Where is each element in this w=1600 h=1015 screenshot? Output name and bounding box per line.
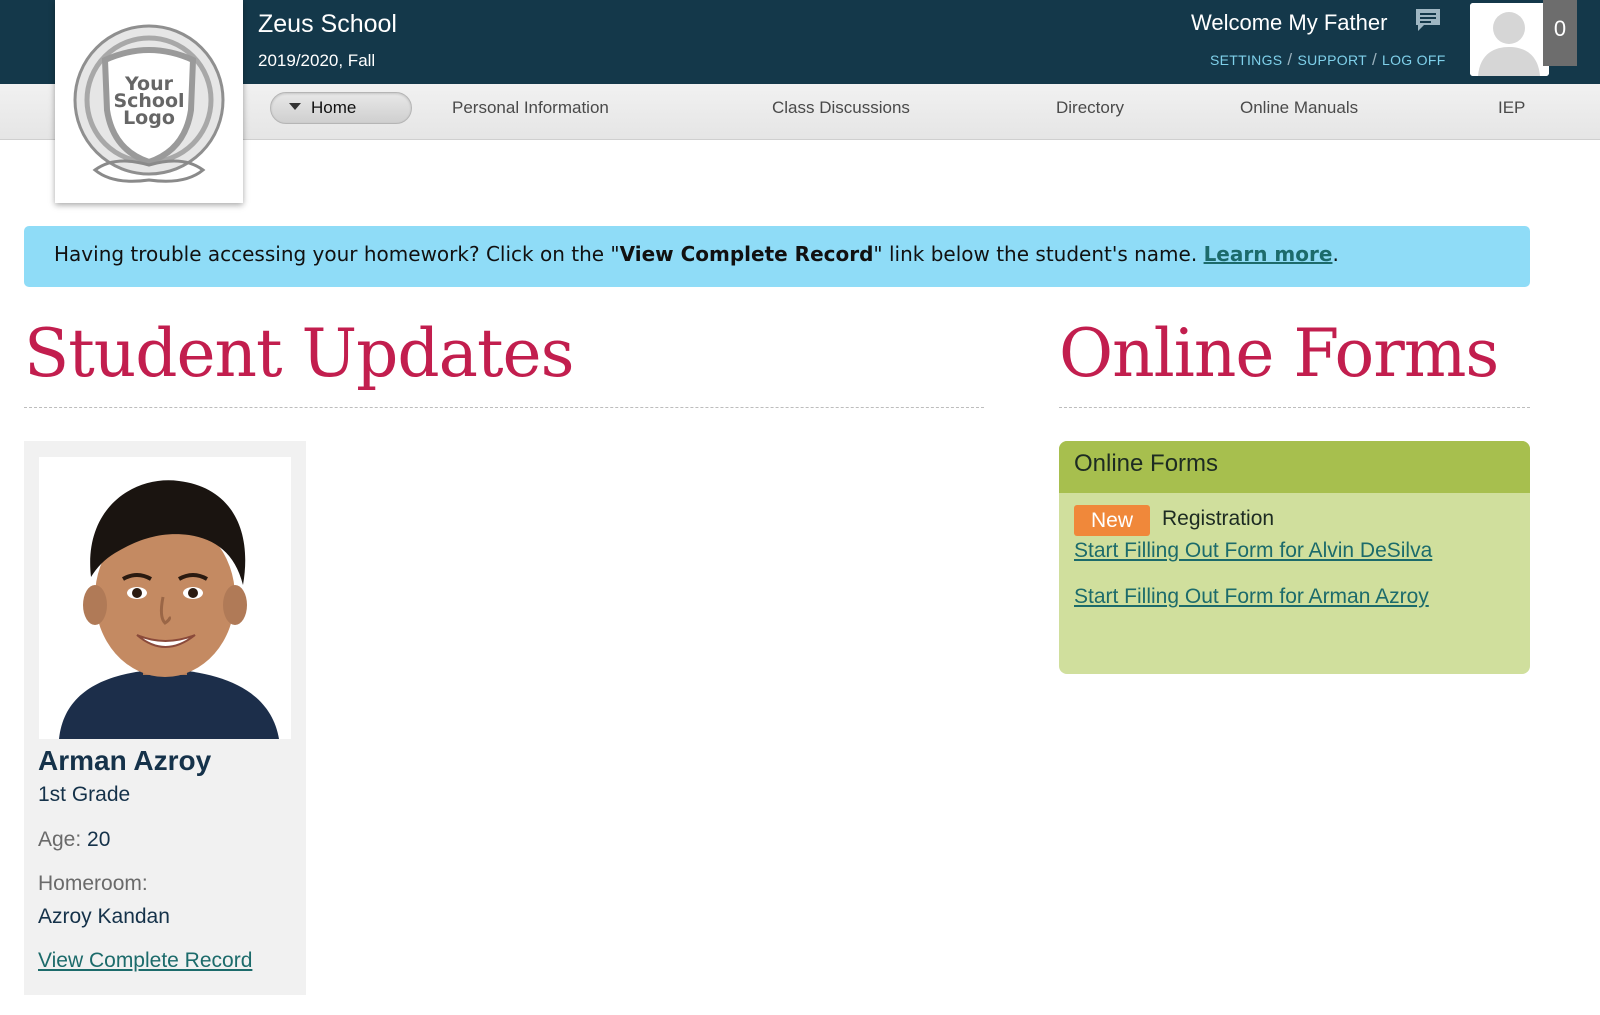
age-label: Age: xyxy=(38,828,82,851)
homeroom-label: Homeroom: xyxy=(38,872,148,895)
nav-item-class-discussions[interactable]: Class Discussions xyxy=(772,98,910,118)
support-link[interactable]: SUPPORT xyxy=(1297,52,1367,68)
nav-item-personal-information[interactable]: Personal Information xyxy=(452,98,609,118)
chevron-down-icon xyxy=(289,103,301,110)
student-portrait xyxy=(39,457,291,739)
student-grade: 1st Grade xyxy=(38,783,131,806)
account-links: SETTINGS / SUPPORT / LOG OFF xyxy=(1210,50,1446,70)
alert-text-post: " link below the student's name. xyxy=(873,242,1204,266)
student-updates-title: Student Updates xyxy=(24,315,574,392)
form-link-arman-azroy[interactable]: Start Filling Out Form for Arman Azroy xyxy=(1074,585,1429,609)
alert-text-bold: View Complete Record xyxy=(619,242,874,266)
learn-more-link[interactable]: Learn more xyxy=(1204,242,1333,266)
form-link-alvin-desilva[interactable]: Start Filling Out Form for Alvin DeSilva xyxy=(1074,539,1432,563)
nav-item-home[interactable]: Home xyxy=(270,92,412,124)
nav-item-iep[interactable]: IEP xyxy=(1498,98,1525,118)
homeroom-value: Azroy Kandan xyxy=(38,905,170,928)
notification-badge[interactable]: 0 xyxy=(1543,0,1577,66)
settings-link[interactable]: SETTINGS xyxy=(1210,52,1282,68)
school-name: Zeus School xyxy=(258,10,397,38)
nav-item-directory[interactable]: Directory xyxy=(1056,98,1124,118)
view-complete-record-link[interactable]: View Complete Record xyxy=(38,949,252,973)
student-name: Arman Azroy xyxy=(38,745,212,776)
online-forms-panel: Online Forms New Registration Start Fill… xyxy=(1059,441,1530,674)
nav-item-online-manuals[interactable]: Online Manuals xyxy=(1240,98,1358,118)
new-badge: New xyxy=(1074,505,1150,536)
age-value: 20 xyxy=(87,828,111,851)
divider xyxy=(24,407,984,408)
divider xyxy=(1059,407,1530,408)
student-card: Arman Azroy 1st Grade Age: 20 Homeroom: … xyxy=(24,441,306,995)
homework-alert: Having trouble accessing your homework? … xyxy=(24,226,1530,287)
log-off-link[interactable]: LOG OFF xyxy=(1382,52,1446,68)
alert-text-pre: Having trouble accessing your homework? … xyxy=(54,242,620,266)
school-crest-logo: Your School Logo xyxy=(73,24,225,183)
avatar[interactable] xyxy=(1470,3,1549,76)
chat-bubble-icon[interactable] xyxy=(1414,7,1442,33)
school-logo[interactable]: Your School Logo xyxy=(55,0,243,203)
nav-item-label: Home xyxy=(311,98,357,117)
alert-text-end: . xyxy=(1332,242,1339,266)
user-silhouette-icon xyxy=(1470,3,1549,76)
student-age: Age: 20 xyxy=(38,828,110,852)
form-name: Registration xyxy=(1162,507,1275,530)
forms-panel-header: Online Forms xyxy=(1059,441,1530,493)
welcome-text: Welcome My Father xyxy=(1191,10,1388,35)
student-photo[interactable] xyxy=(39,457,291,739)
link-separator: / xyxy=(1287,50,1293,69)
svg-text:Logo: Logo xyxy=(123,107,175,129)
link-separator: / xyxy=(1371,50,1378,69)
term-label: 2019/2020, Fall xyxy=(258,51,376,70)
online-forms-title: Online Forms xyxy=(1059,315,1499,392)
